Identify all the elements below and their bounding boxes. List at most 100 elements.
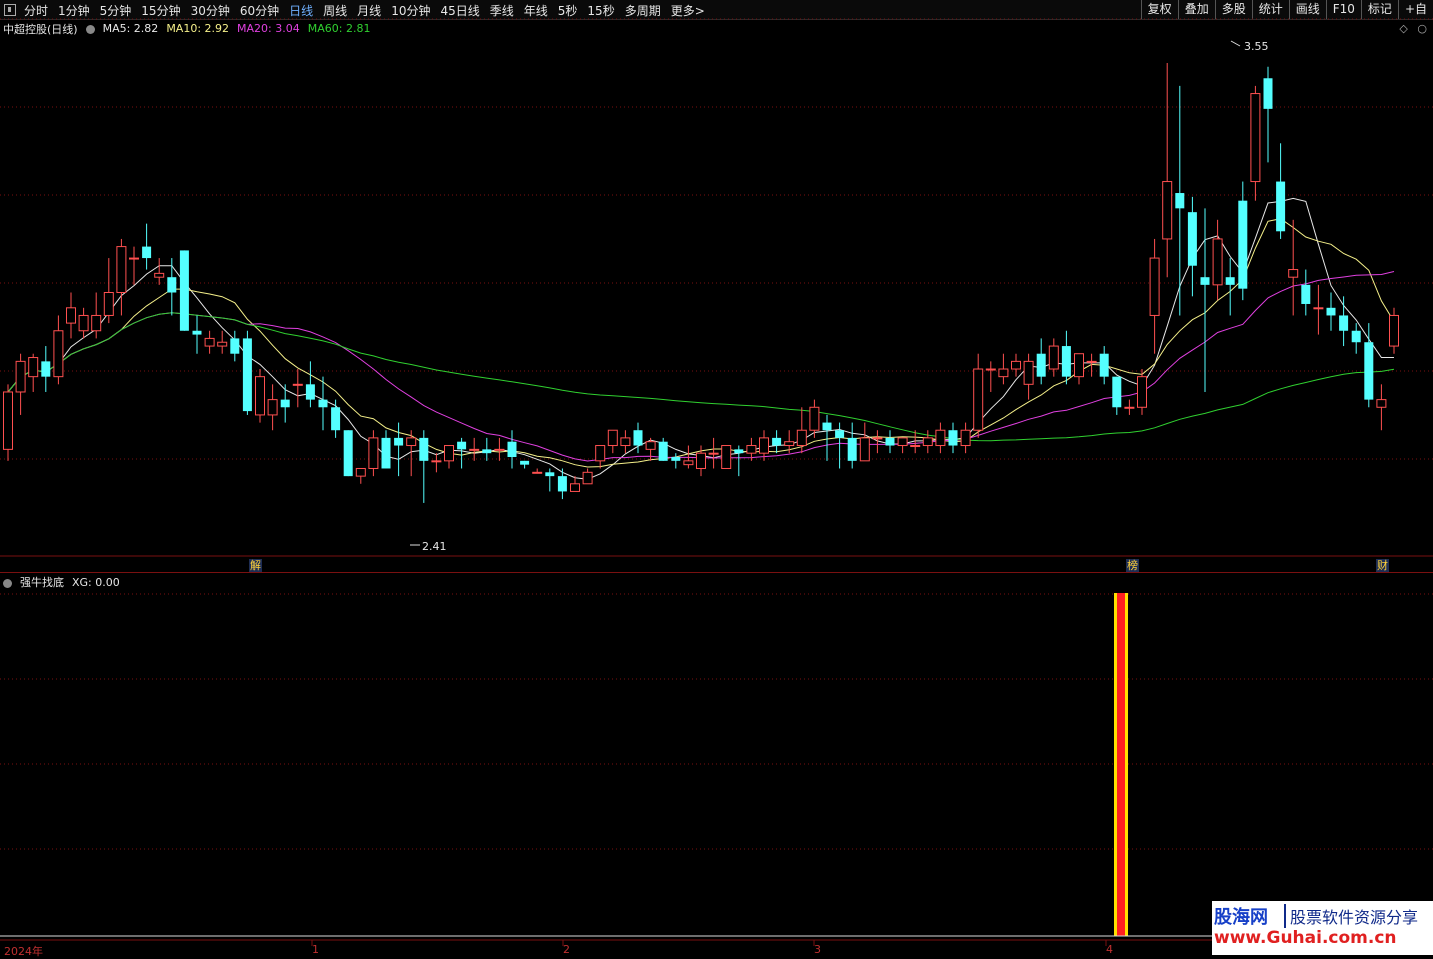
- candle-body: [721, 445, 732, 469]
- candle-body: [1301, 284, 1311, 304]
- kline-chart[interactable]: 3.55 2.41: [0, 0, 1433, 955]
- candle-body: [645, 441, 656, 450]
- candle-body: [1175, 193, 1185, 209]
- candle-body: [406, 437, 417, 447]
- candle-body: [419, 437, 429, 461]
- panel-separator[interactable]: [0, 572, 1433, 573]
- indicator-name: 强牛找底: [20, 576, 64, 589]
- candle-body: [1074, 353, 1084, 378]
- candle-body: [167, 277, 177, 293]
- candle-body: [1339, 315, 1349, 331]
- candle-body: [305, 384, 315, 400]
- candle-body: [973, 368, 984, 431]
- candle-body: [1225, 277, 1235, 285]
- candle-body: [331, 407, 341, 431]
- candle-body: [431, 460, 442, 463]
- xaxis-mar-label: 3: [814, 943, 821, 956]
- candle-body: [1288, 269, 1299, 278]
- candle-body: [1086, 360, 1097, 363]
- candle-body: [129, 257, 139, 260]
- candle-body: [1376, 399, 1387, 408]
- marker-finance[interactable]: 财: [1376, 559, 1389, 572]
- candle-body: [960, 429, 971, 447]
- candle-body: [734, 449, 744, 454]
- candle-body: [557, 476, 567, 492]
- candle-body: [28, 357, 39, 378]
- candle-body: [179, 250, 189, 331]
- candle-body: [1023, 360, 1034, 385]
- candle-body: [998, 368, 1009, 378]
- candle-body: [1137, 376, 1147, 408]
- candle-body: [922, 437, 933, 447]
- candle-body: [872, 437, 883, 440]
- candle-body: [116, 246, 127, 294]
- candle-body: [280, 399, 290, 408]
- candle-body: [746, 445, 757, 454]
- candle-body: [822, 422, 832, 431]
- candle-body: [633, 430, 643, 446]
- candle-body: [1263, 78, 1273, 109]
- candle-body: [1149, 257, 1160, 316]
- xaxis-apr-label: 4: [1106, 943, 1113, 956]
- candle-body: [230, 338, 240, 354]
- candle-body: [78, 314, 89, 332]
- candle-body: [1187, 212, 1197, 266]
- candle-body: [15, 360, 26, 393]
- candle-body: [1200, 277, 1210, 285]
- candle-body: [103, 292, 114, 316]
- candle-body: [985, 368, 996, 371]
- candle-body: [595, 445, 606, 462]
- candle-body: [1162, 181, 1173, 240]
- candle-body: [66, 307, 76, 324]
- candle-body: [1250, 93, 1261, 183]
- candle-body: [394, 437, 404, 446]
- indicator-legend: 强牛找底 XG: 0.00: [0, 574, 128, 590]
- candle-body: [343, 430, 353, 477]
- candle-body: [1036, 353, 1046, 377]
- candle-body: [1313, 307, 1324, 310]
- ma60-line: [7, 312, 1395, 442]
- xaxis-feb-label: 2: [563, 943, 570, 956]
- candle-body: [759, 437, 769, 454]
- candle-body: [482, 449, 492, 454]
- high-label: 3.55: [1244, 40, 1269, 53]
- candle-body: [204, 337, 215, 347]
- candle-body: [532, 471, 543, 474]
- candle-body: [696, 452, 706, 469]
- candle-body: [1364, 342, 1374, 400]
- candle-body: [494, 448, 505, 451]
- ma20-line: [7, 271, 1395, 462]
- watermark-brand: 股海网: [1214, 907, 1268, 928]
- candle-body: [1276, 181, 1286, 232]
- ma5-line: [7, 197, 1394, 480]
- candle-body: [772, 437, 782, 446]
- candle-body: [835, 430, 845, 438]
- candle-body: [3, 391, 13, 450]
- marker-unlock[interactable]: 解: [249, 559, 262, 572]
- candle-body: [192, 330, 202, 335]
- candle-body: [796, 429, 807, 447]
- candle-body: [368, 437, 379, 469]
- xaxis-year-label: 2024年: [4, 945, 43, 958]
- candle-body: [1061, 346, 1071, 377]
- candle-body: [1011, 360, 1021, 370]
- high-pointer: [1230, 40, 1241, 47]
- candle-body: [948, 430, 958, 446]
- candle-body: [242, 338, 252, 412]
- ma10-line: [7, 218, 1395, 468]
- candle-body: [292, 383, 303, 386]
- candle-body: [217, 341, 228, 347]
- xaxis-jan-label: 1: [312, 943, 319, 956]
- candle-body: [1124, 406, 1135, 409]
- signal-bar-inner: [1117, 593, 1125, 936]
- candle-body: [545, 472, 555, 477]
- candle-body: [255, 376, 265, 416]
- candle-body: [318, 399, 328, 408]
- marker-ranking[interactable]: 榜: [1126, 559, 1139, 572]
- candle-body: [1048, 345, 1059, 370]
- candle-body: [620, 437, 631, 447]
- candle-body: [570, 483, 580, 492]
- candle-body: [1326, 307, 1336, 316]
- candle-body: [1099, 353, 1109, 377]
- indicator-settings-icon[interactable]: [3, 578, 12, 588]
